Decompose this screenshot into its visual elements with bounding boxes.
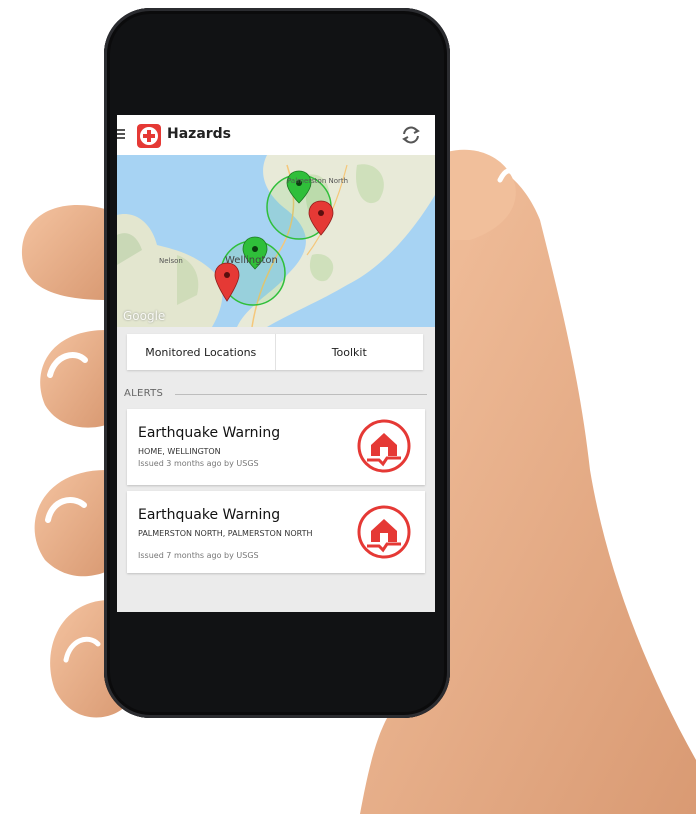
alert-title: Earthquake Warning <box>138 507 281 523</box>
map-graphic: Palmerston North Nelson Wellington <box>117 155 435 328</box>
red-cross-icon <box>137 124 161 148</box>
alert-meta: Issued 3 months ago by USGS <box>138 459 259 468</box>
map-label-palmerston: Palmerston North <box>287 177 348 185</box>
alert-card[interactable]: Earthquake Warning PALMERSTON NORTH, PAL… <box>127 491 425 573</box>
app-screen: Hazards Palmerston North Nelson Wellingt… <box>117 115 435 612</box>
tab-toolkit[interactable]: Toolkit <box>274 334 424 370</box>
tab-monitored-locations[interactable]: Monitored Locations <box>127 334 275 370</box>
hazard-map[interactable]: Palmerston North Nelson Wellington Googl… <box>117 155 435 328</box>
app-bar: Hazards <box>117 115 435 155</box>
refresh-icon[interactable] <box>399 123 423 147</box>
alerts-section-label: ALERTS <box>124 388 164 399</box>
app-title: Hazards <box>167 126 232 142</box>
earthquake-icon <box>357 505 411 559</box>
alert-title: Earthquake Warning <box>138 425 281 441</box>
alert-meta: Issued 7 months ago by USGS <box>138 551 259 560</box>
map-attribution: Google <box>123 309 166 323</box>
earthquake-icon <box>357 419 411 473</box>
alert-location: HOME, WELLINGTON <box>138 447 221 456</box>
section-divider <box>175 394 427 395</box>
map-label-wellington: Wellington <box>225 255 278 266</box>
tab-bar: Monitored Locations Toolkit <box>127 334 423 370</box>
map-label-nelson: Nelson <box>159 257 183 265</box>
hamburger-icon[interactable] <box>117 129 125 139</box>
alert-location: PALMERSTON NORTH, PALMERSTON NORTH <box>138 529 313 538</box>
alert-card[interactable]: Earthquake Warning HOME, WELLINGTON Issu… <box>127 409 425 485</box>
